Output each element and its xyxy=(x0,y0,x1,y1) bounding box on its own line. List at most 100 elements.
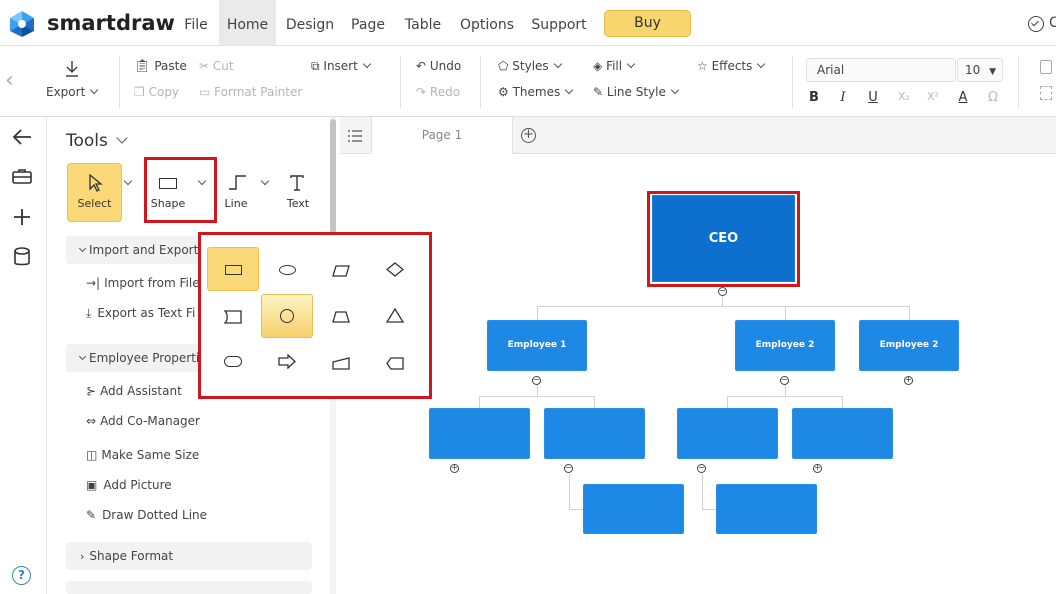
display-shape-icon xyxy=(386,355,404,370)
org-box[interactable] xyxy=(677,408,778,459)
font-size-select[interactable]: 10 ▼ xyxy=(957,58,1003,82)
export-label: Export xyxy=(46,85,86,99)
format-painter-label: Format Painter xyxy=(214,85,303,99)
help-icon[interactable]: ? xyxy=(12,566,31,585)
redo-button[interactable]: ↷ Redo xyxy=(416,85,460,99)
circle-shape-icon xyxy=(280,309,294,323)
export-as-text-item[interactable]: ⤓ Export as Text Fi xyxy=(86,306,195,321)
add-picture-item[interactable]: ▣ Add Picture xyxy=(86,478,172,492)
import-export-section-title: Import and Export xyxy=(78,243,198,257)
shape-tool-button[interactable] xyxy=(144,157,217,223)
group-icon[interactable] xyxy=(1040,86,1052,100)
export-icon[interactable] xyxy=(64,60,80,78)
draw-dotted-line-label: Draw Dotted Line xyxy=(102,508,208,522)
bold-button[interactable]: B xyxy=(804,90,824,105)
select-dropdown-chevron-icon[interactable] xyxy=(123,172,133,191)
collapse-toggle-icon[interactable]: − xyxy=(780,376,789,385)
back-arrow-icon[interactable] xyxy=(11,127,33,147)
triangle-shape-icon xyxy=(385,307,405,323)
fill-button[interactable]: ◈ Fill xyxy=(593,59,636,73)
copy-icon: ❐ xyxy=(134,85,145,99)
database-icon[interactable] xyxy=(13,247,31,267)
cut-button[interactable]: ✂ Cut xyxy=(199,59,234,73)
collapse-toggle-icon[interactable]: − xyxy=(697,464,706,473)
effects-button[interactable]: ☆ Effects xyxy=(697,59,766,73)
org-box[interactable] xyxy=(716,484,817,534)
line-style-button[interactable]: ✎ Line Style xyxy=(593,85,680,99)
org-box[interactable] xyxy=(544,408,645,459)
employee-properties-section-title: Employee Propertie xyxy=(78,351,207,365)
manual-input-shape-icon xyxy=(332,355,350,370)
collapse-toggle-icon[interactable]: − xyxy=(718,287,727,296)
connector-line xyxy=(537,306,538,320)
arrow-shape-icon xyxy=(278,353,296,370)
tools-title[interactable]: Tools xyxy=(66,131,128,151)
menu-support[interactable]: Support xyxy=(527,0,591,45)
italic-button[interactable]: I xyxy=(833,90,853,105)
menu-options[interactable]: Options xyxy=(456,0,518,45)
themes-button[interactable]: ⚙ Themes xyxy=(498,85,574,99)
connector-line xyxy=(569,509,583,510)
expand-toggle-icon[interactable]: + xyxy=(450,464,459,473)
insert-button[interactable]: ⧉ Insert xyxy=(311,59,372,74)
paste-button[interactable]: 📋︎ Paste xyxy=(134,59,187,74)
check-circle-icon[interactable] xyxy=(1028,16,1044,32)
employee-label-2: Employee 2 xyxy=(755,340,815,350)
special-character-button[interactable]: Ω xyxy=(983,90,1003,105)
next-section-header[interactable] xyxy=(66,581,312,594)
styles-button[interactable]: ⬠ Styles xyxy=(498,59,562,73)
superscript-button[interactable]: X² xyxy=(923,90,943,103)
line-tool-button[interactable] xyxy=(220,163,260,219)
arrange-icon[interactable] xyxy=(1040,60,1052,74)
assistant-icon: ⊱ xyxy=(86,384,97,398)
org-box[interactable] xyxy=(583,484,684,534)
ribbon-collapse-icon[interactable]: ‹ xyxy=(5,68,14,93)
add-icon[interactable] xyxy=(12,207,32,227)
shape-format-title: Shape Format xyxy=(89,549,174,563)
expand-toggle-icon[interactable]: + xyxy=(904,376,913,385)
shape-dropdown-chevron-icon[interactable] xyxy=(197,172,207,191)
undo-button[interactable]: ↶ Undo xyxy=(416,59,461,73)
redo-label: Redo xyxy=(429,85,461,99)
ribbon-divider xyxy=(480,56,481,108)
menu-home[interactable]: Home xyxy=(219,0,276,45)
subscript-button[interactable]: X₂ xyxy=(894,90,914,103)
account-label-partial[interactable]: C xyxy=(1049,15,1056,31)
add-assistant-item[interactable]: ⊱ Add Assistant xyxy=(86,384,182,398)
underline-button[interactable]: U xyxy=(863,90,883,105)
download-icon: ⤓ xyxy=(86,306,92,320)
connector-line xyxy=(537,385,538,396)
smartdraw-logo-icon[interactable] xyxy=(8,10,36,38)
employee-label-3: Employee 2 xyxy=(879,340,939,350)
draw-dotted-line-item[interactable]: ✎ Draw Dotted Line xyxy=(86,508,207,522)
buy-button[interactable]: Buy xyxy=(604,10,691,37)
font-family-select[interactable]: Arial xyxy=(806,58,956,82)
line-dropdown-chevron-icon[interactable] xyxy=(260,172,270,191)
page-list-icon[interactable] xyxy=(347,128,363,142)
collapse-toggle-icon[interactable]: − xyxy=(564,464,573,473)
select-tool-button[interactable] xyxy=(67,163,122,222)
font-color-button[interactable]: A xyxy=(953,90,973,105)
connector-line xyxy=(785,385,786,396)
toolbox-icon[interactable] xyxy=(12,168,32,184)
connector-line xyxy=(569,474,570,510)
org-box[interactable] xyxy=(429,408,530,459)
connector-line xyxy=(842,396,843,408)
menu-file[interactable]: File xyxy=(175,0,217,45)
expand-toggle-icon[interactable]: + xyxy=(813,464,822,473)
rectangle-icon xyxy=(159,178,177,189)
import-from-file-item[interactable]: →| Import from File xyxy=(86,276,200,290)
org-box[interactable] xyxy=(792,408,893,459)
connector-line xyxy=(702,509,716,510)
collapse-toggle-icon[interactable]: − xyxy=(532,376,541,385)
export-button[interactable]: Export xyxy=(46,85,99,99)
menu-table[interactable]: Table xyxy=(398,0,448,45)
menu-page[interactable]: Page xyxy=(346,0,390,45)
ellipse-shape-icon xyxy=(279,265,296,275)
add-co-manager-item[interactable]: ⇔ Add Co-Manager xyxy=(86,414,200,428)
menu-design[interactable]: Design xyxy=(282,0,338,45)
format-painter-button[interactable]: ▭ Format Painter xyxy=(199,85,302,99)
add-page-icon[interactable]: + xyxy=(521,128,536,143)
copy-button[interactable]: ❐ Copy xyxy=(134,85,179,99)
make-same-size-item[interactable]: ◫ Make Same Size xyxy=(86,448,199,462)
